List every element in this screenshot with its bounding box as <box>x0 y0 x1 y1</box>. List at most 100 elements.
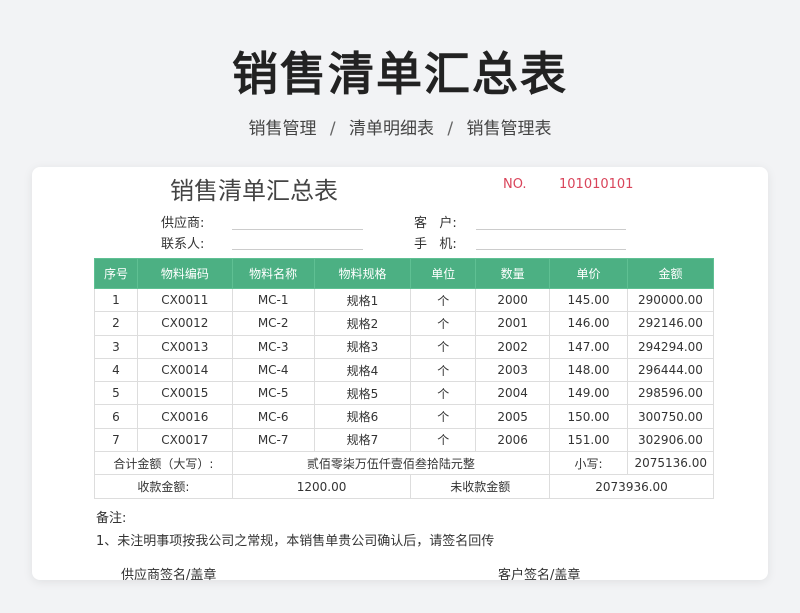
received-value: 1200.00 <box>231 474 412 499</box>
total-row: 合计金额（大写）: 贰佰零柒万伍仟壹佰叁拾陆元整 小写: 2075136.00 <box>94 451 715 476</box>
column-header: 数量 <box>475 258 551 289</box>
table-cell: 151.00 <box>549 427 628 453</box>
column-header: 金额 <box>626 258 715 289</box>
table-cell: 规格4 <box>313 357 412 383</box>
items-table: 序号 物料编码 物料名称 物料规格 单位 数量 单价 金额 1 CX0011 MC-… <box>94 258 715 499</box>
unreceived-value: 2073936.00 <box>549 474 714 499</box>
customer-label: 客 户: <box>414 216 457 231</box>
customer-field[interactable] <box>476 229 626 230</box>
table-cell: 1 <box>94 287 138 313</box>
table-cell: 2 <box>94 311 138 336</box>
table-cell: 7 <box>94 427 138 453</box>
column-header: 单位 <box>410 258 477 289</box>
remarks-label: 备注: <box>96 511 127 526</box>
table-cell: 2000 <box>475 287 551 313</box>
table-cell: CX0012 <box>136 311 233 336</box>
payment-row: 收款金额: 1200.00 未收款金额 2073936.00 <box>94 474 714 499</box>
breadcrumb-item-detail-list[interactable]: 清单明细表 <box>349 119 434 139</box>
table-cell: 292146.00 <box>626 311 715 336</box>
breadcrumb-separator: / <box>329 119 336 139</box>
table-cell: MC-5 <box>231 381 315 406</box>
received-label: 收款金额: <box>94 474 233 499</box>
table-cell: 个 <box>410 334 477 359</box>
breadcrumb-separator: / <box>447 119 454 139</box>
table-row: 2 CX0012 MC-2 规格2 个 2001 146.00 292146.00 <box>94 311 715 336</box>
column-header: 物料名称 <box>231 258 315 289</box>
table-row: 7 CX0017 MC-7 规格7 个 2006 151.00 302906.00 <box>94 427 715 453</box>
table-cell: 150.00 <box>549 404 628 429</box>
contact-label: 联系人: <box>161 237 205 252</box>
table-cell: 300750.00 <box>626 404 715 429</box>
table-cell: MC-2 <box>231 311 315 336</box>
number-value: 101010101 <box>559 177 634 192</box>
total-words: 贰佰零柒万伍仟壹佰叁拾陆元整 <box>231 451 551 476</box>
table-row: 1 CX0011 MC-1 规格1 个 2000 145.00 290000.00 <box>94 287 715 313</box>
column-header: 单价 <box>549 258 628 289</box>
table-cell: 2001 <box>475 311 551 336</box>
table-row: 5 CX0015 MC-5 规格5 个 2004 149.00 298596.00 <box>94 381 715 406</box>
unreceived-label: 未收款金额 <box>410 474 551 499</box>
remarks-text: 1、未注明事项按我公司之常规，本销售单贵公司确认后，请签名回传 <box>96 534 495 549</box>
table-cell: CX0013 <box>136 334 233 359</box>
table-cell: 146.00 <box>549 311 628 336</box>
breadcrumb: 销售管理 / 清单明细表 / 销售管理表 <box>0 114 800 139</box>
supplier-signature-label: 供应商签名/盖章 <box>121 568 217 580</box>
table-row: 3 CX0013 MC-3 规格3 个 2002 147.00 294294.00 <box>94 334 715 359</box>
table-cell: 规格6 <box>313 404 412 429</box>
sheet-title: 销售清单汇总表 <box>170 177 338 205</box>
table-cell: 3 <box>94 334 138 359</box>
table-cell: 2003 <box>475 357 551 383</box>
table-cell: 294294.00 <box>626 334 715 359</box>
table-cell: 145.00 <box>549 287 628 313</box>
table-cell: CX0016 <box>136 404 233 429</box>
table-cell: CX0014 <box>136 357 233 383</box>
table-cell: 个 <box>410 357 477 383</box>
table-row: 6 CX0016 MC-6 规格6 个 2005 150.00 300750.00 <box>94 404 715 429</box>
table-cell: 规格5 <box>313 381 412 406</box>
column-header: 物料编码 <box>136 258 233 289</box>
table-cell: CX0011 <box>136 287 233 313</box>
table-cell: 148.00 <box>549 357 628 383</box>
table-cell: 规格3 <box>313 334 412 359</box>
table-cell: 2002 <box>475 334 551 359</box>
table-cell: MC-4 <box>231 357 315 383</box>
total-label: 合计金额（大写）: <box>94 451 233 476</box>
table-row: 4 CX0014 MC-4 规格4 个 2003 148.00 296444.00 <box>94 357 715 383</box>
table-cell: 个 <box>410 287 477 313</box>
table-cell: MC-6 <box>231 404 315 429</box>
table-cell: 规格2 <box>313 311 412 336</box>
table-cell: 2004 <box>475 381 551 406</box>
table-cell: 5 <box>94 381 138 406</box>
number-label: NO. <box>503 177 527 192</box>
table-cell: 规格7 <box>313 427 412 453</box>
table-cell: 2005 <box>475 404 551 429</box>
breadcrumb-item-sales-table[interactable]: 销售管理表 <box>467 119 552 139</box>
phone-field[interactable] <box>476 249 626 250</box>
supplier-field[interactable] <box>232 229 363 230</box>
table-cell: 296444.00 <box>626 357 715 383</box>
table-cell: 6 <box>94 404 138 429</box>
table-cell: MC-7 <box>231 427 315 453</box>
table-cell: 298596.00 <box>626 381 715 406</box>
table-cell: CX0015 <box>136 381 233 406</box>
table-cell: 147.00 <box>549 334 628 359</box>
table-cell: 个 <box>410 381 477 406</box>
table-cell: MC-3 <box>231 334 315 359</box>
table-cell: 个 <box>410 311 477 336</box>
table-cell: 2006 <box>475 427 551 453</box>
table-cell: 4 <box>94 357 138 383</box>
table-cell: 149.00 <box>549 381 628 406</box>
page-title: 销售清单汇总表 <box>232 47 568 101</box>
small-value: 2075136.00 <box>626 451 715 476</box>
contact-field[interactable] <box>232 249 363 250</box>
breadcrumb-item-sales-management[interactable]: 销售管理 <box>248 119 316 139</box>
table-cell: MC-1 <box>231 287 315 313</box>
phone-label: 手 机: <box>414 237 457 252</box>
sales-sheet-card: 销售清单汇总表 NO. 101010101 供应商: 联系人: 客 户: 手 机… <box>32 167 768 580</box>
customer-signature-label: 客户签名/盖章 <box>498 568 581 580</box>
small-label: 小写: <box>549 451 628 476</box>
table-cell: 个 <box>410 427 477 453</box>
table-cell: 个 <box>410 404 477 429</box>
column-header: 序号 <box>94 258 138 289</box>
supplier-label: 供应商: <box>161 216 205 231</box>
